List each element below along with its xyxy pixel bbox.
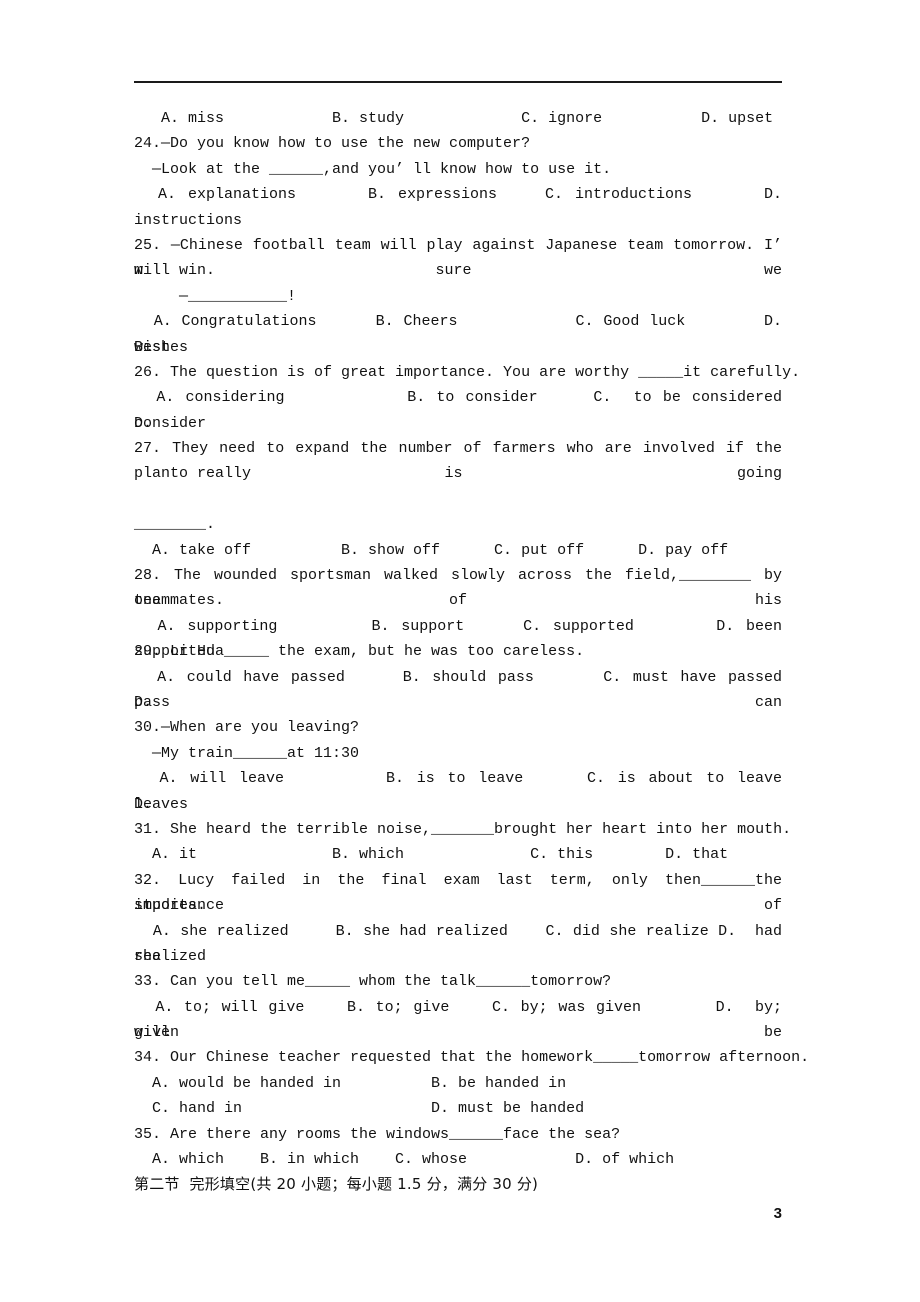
question-34-options-ab: A. would be handed in B. be handed in xyxy=(134,1074,567,1092)
question-25-stem-line3: —___________! xyxy=(134,287,297,305)
question-24-options: A. explanations B. expressions C. introd… xyxy=(134,186,782,204)
question-24-stem: 24.—Do you know how to use the new compu… xyxy=(134,135,531,153)
question-33-stem: 33. Can you tell me_____ whom the talk__… xyxy=(134,973,612,991)
question-24-options-wrap: instructions xyxy=(134,211,243,229)
question-25-stem: 25. —Chinese football team will play aga… xyxy=(134,236,792,280)
question-23-options: A. miss B. study C. ignore D. upset xyxy=(134,110,774,127)
question-25-options: A. Congratulations B. Cheers C. Good luc… xyxy=(134,313,818,356)
question-32-options: A. she realized B. she had realized C. d… xyxy=(134,922,791,965)
question-26-options: A. considering B. to consider C. to be c… xyxy=(134,389,837,432)
question-30-stem-line2: —My train______at 11:30 xyxy=(134,744,360,762)
question-31-options: A. it B. which C. this D. that xyxy=(134,846,729,864)
question-30-options-wrap: leaves xyxy=(134,795,189,813)
exam-content: A. miss B. study C. ignore D. upset 24.—… xyxy=(134,106,855,1198)
header-rule xyxy=(134,81,782,83)
page-number: 3 xyxy=(773,1205,782,1222)
question-30-options: A. will leave B. is to leave C. is about… xyxy=(134,770,855,813)
question-24-stem-line2: —Look at the ______,and you’ ll know how… xyxy=(134,160,612,178)
question-25-options-wrap: wishes xyxy=(134,338,189,356)
question-32-options-wrap: realized xyxy=(134,947,207,965)
question-35-options: A. which B. in which C. whose D. of whic… xyxy=(134,1151,675,1169)
question-28-options: A. supporting B. support C. supported D.… xyxy=(134,617,792,661)
question-27-stem-line3: ________. xyxy=(134,516,216,534)
question-29-stem: 29. Li Hua_____ the exam, but he was too… xyxy=(134,643,585,661)
question-31-stem: 31. She heard the terrible noise,_______… xyxy=(134,820,792,838)
question-26-stem: 26. The question is of great importance.… xyxy=(134,363,801,381)
question-30-stem: 30.—When are you leaving? xyxy=(134,719,360,737)
question-27-stem: 27. They need to expand the number of fa… xyxy=(134,440,792,483)
question-26-options-wrap: consider xyxy=(134,414,207,432)
question-34-stem: 34. Our Chinese teacher requested that t… xyxy=(134,1049,810,1067)
question-34-options-cd: C. hand in D. must be handed xyxy=(134,1100,585,1118)
question-33-options: A. to; will give B. to; give C. by; was … xyxy=(134,998,791,1042)
question-28-stem: 28. The wounded sportsman walked slowly … xyxy=(134,567,792,610)
exam-page: A. miss B. study C. ignore D. upset 24.—… xyxy=(0,0,920,1302)
question-32-stem: 32. Lucy failed in the final exam last t… xyxy=(134,871,792,915)
section-two-heading: 第二节 完形填空(共 20 小题；每小题 1.5 分，满分 30 分) xyxy=(134,1175,539,1194)
question-27-options: A. take off B. show off C. put off D. pa… xyxy=(134,541,729,559)
question-35-stem: 35. Are there any rooms the windows_____… xyxy=(134,1125,621,1143)
question-29-options: A. could have passed B. should pass C. m… xyxy=(134,668,819,711)
question-27-gap xyxy=(134,487,782,512)
